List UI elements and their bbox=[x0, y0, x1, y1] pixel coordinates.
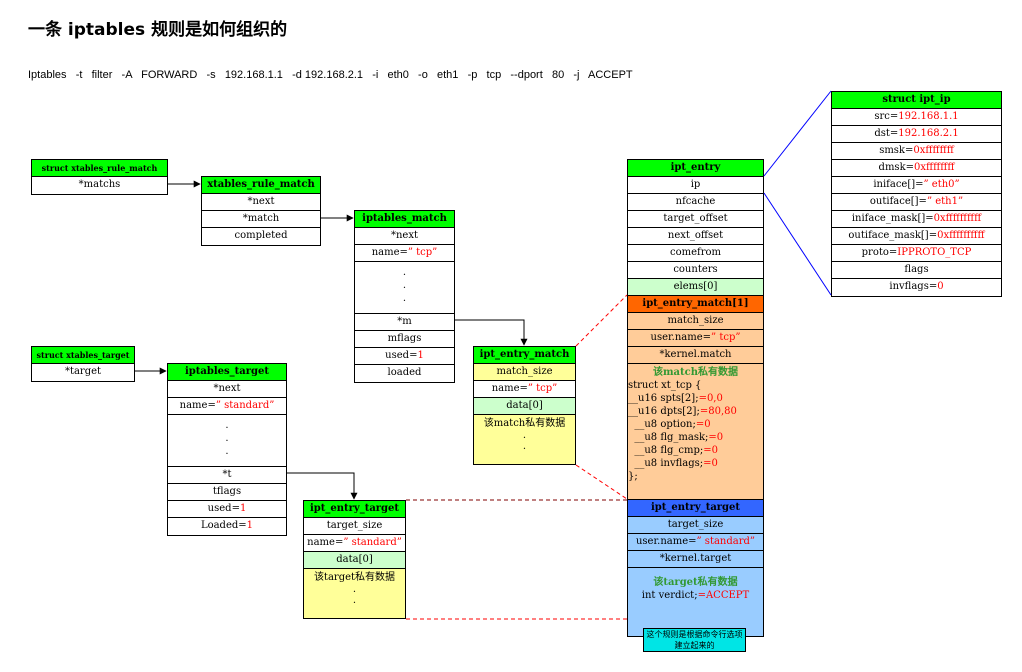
dashed-match-top bbox=[575, 294, 628, 347]
diagram-canvas: 一条 iptables 规则是如何组织的 Iptables -t filter … bbox=[0, 0, 1022, 672]
arrow-t-to-ipt-entry-target bbox=[287, 472, 358, 500]
connector-layer bbox=[135, 90, 832, 620]
blue-ip-top bbox=[763, 90, 832, 177]
dashed-match-bottom bbox=[575, 464, 628, 500]
arrow-m-to-ipt-entry-match bbox=[455, 319, 528, 346]
blue-ip-bottom bbox=[763, 192, 832, 296]
